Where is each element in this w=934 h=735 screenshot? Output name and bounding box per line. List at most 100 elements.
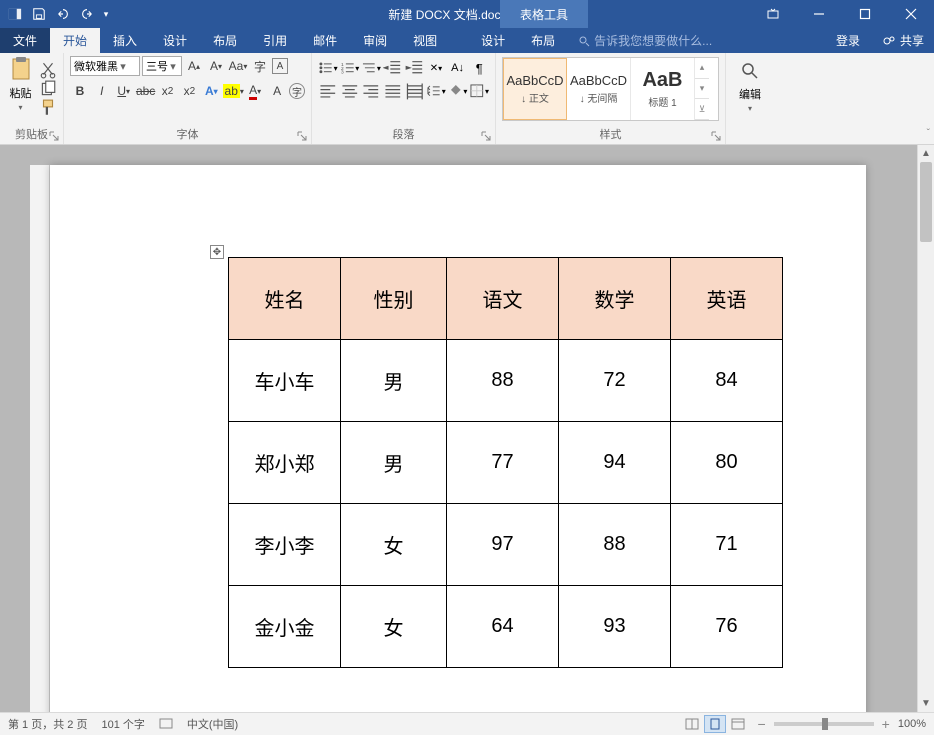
italic-button[interactable]: I xyxy=(92,81,112,101)
dialog-launcher-icon[interactable] xyxy=(711,130,721,140)
table-cell[interactable]: 郑小郑 xyxy=(229,422,341,504)
collapse-ribbon-icon[interactable]: ˇ xyxy=(927,128,930,139)
table-cell[interactable]: 94 xyxy=(559,422,671,504)
copy-icon[interactable] xyxy=(39,80,57,96)
tab-table-design[interactable]: 设计 xyxy=(468,28,518,53)
table-header-cell[interactable]: 英语 xyxy=(671,258,783,340)
status-spellcheck-icon[interactable] xyxy=(159,716,173,733)
tab-file[interactable]: 文件 xyxy=(0,28,50,53)
table-header-row[interactable]: 姓名 性别 语文 数学 英语 xyxy=(229,258,783,340)
line-spacing-icon[interactable]: ▾ xyxy=(426,82,446,100)
tab-table-layout[interactable]: 布局 xyxy=(518,28,568,53)
table-header-cell[interactable]: 数学 xyxy=(559,258,671,340)
align-justify-icon[interactable] xyxy=(383,82,403,100)
font-size-select[interactable]: 三号▾ xyxy=(142,56,182,76)
table-row[interactable]: 郑小郑 男 77 94 80 xyxy=(229,422,783,504)
tell-me-search[interactable]: 告诉我您想要做什么... xyxy=(568,28,722,53)
align-left-icon[interactable] xyxy=(318,82,338,100)
maximize-icon[interactable] xyxy=(842,0,888,28)
tab-layout[interactable]: 布局 xyxy=(200,28,250,53)
vertical-ruler[interactable] xyxy=(30,165,50,712)
decrease-indent-icon[interactable] xyxy=(383,59,403,77)
find-icon[interactable] xyxy=(740,61,760,84)
tab-insert[interactable]: 插入 xyxy=(100,28,150,53)
show-marks-icon[interactable]: ¶ xyxy=(469,59,489,77)
grow-font-icon[interactable]: A▴ xyxy=(184,56,204,76)
table-header-cell[interactable]: 语文 xyxy=(447,258,559,340)
status-language[interactable]: 中文(中国) xyxy=(187,716,238,732)
text-effects-icon[interactable]: A▾ xyxy=(201,81,221,101)
table-move-handle-icon[interactable]: ✥ xyxy=(210,245,224,259)
table-cell[interactable]: 76 xyxy=(671,586,783,668)
table-header-cell[interactable]: 姓名 xyxy=(229,258,341,340)
save-icon[interactable] xyxy=(28,3,50,25)
table-cell[interactable]: 女 xyxy=(341,586,447,668)
close-icon[interactable] xyxy=(888,0,934,28)
table-cell[interactable]: 71 xyxy=(671,504,783,586)
borders-icon[interactable]: ▾ xyxy=(469,82,489,100)
table-cell[interactable]: 88 xyxy=(559,504,671,586)
numbering-icon[interactable]: 123▾ xyxy=(340,59,360,77)
table-row[interactable]: 金小金 女 64 93 76 xyxy=(229,586,783,668)
font-name-select[interactable]: 微软雅黑▾ xyxy=(70,56,140,76)
table-row[interactable]: 车小车 男 88 72 84 xyxy=(229,340,783,422)
view-print-layout-icon[interactable] xyxy=(704,715,726,733)
table-cell[interactable]: 72 xyxy=(559,340,671,422)
zoom-out-icon[interactable]: − xyxy=(757,716,765,732)
view-read-mode-icon[interactable] xyxy=(681,715,703,733)
scroll-up-icon[interactable]: ▲ xyxy=(918,145,934,162)
tab-view[interactable]: 视图 xyxy=(400,28,450,53)
document-table[interactable]: 姓名 性别 语文 数学 英语 车小车 男 88 72 84 郑小郑 男 77 9… xyxy=(228,257,783,668)
qat-dropdown-icon[interactable]: ▾ xyxy=(100,3,112,25)
undo-icon[interactable] xyxy=(52,3,74,25)
tab-review[interactable]: 审阅 xyxy=(350,28,400,53)
tab-references[interactable]: 引用 xyxy=(250,28,300,53)
highlight-icon[interactable]: ab▾ xyxy=(223,81,243,101)
table-cell[interactable]: 车小车 xyxy=(229,340,341,422)
table-cell[interactable]: 64 xyxy=(447,586,559,668)
table-cell[interactable]: 88 xyxy=(447,340,559,422)
status-page[interactable]: 第 1 页，共 2 页 xyxy=(8,716,87,732)
gallery-expand-icon[interactable]: ⊻ xyxy=(695,99,709,120)
enclose-char-icon[interactable]: 字 xyxy=(289,83,305,99)
ribbon-options-icon[interactable] xyxy=(750,0,796,28)
cut-icon[interactable] xyxy=(39,61,57,77)
scroll-down-icon[interactable]: ▾ xyxy=(695,79,709,100)
style-no-spacing[interactable]: AaBbCcD ↓ 无间隔 xyxy=(567,58,631,120)
minimize-icon[interactable] xyxy=(796,0,842,28)
zoom-in-icon[interactable]: + xyxy=(882,716,890,732)
align-center-icon[interactable] xyxy=(340,82,360,100)
scroll-down-icon[interactable]: ▼ xyxy=(918,695,934,712)
edit-dropdown-icon[interactable]: ▾ xyxy=(748,104,752,113)
word-app-icon[interactable] xyxy=(4,3,26,25)
scroll-thumb[interactable] xyxy=(920,162,932,242)
scroll-up-icon[interactable]: ▴ xyxy=(695,58,709,79)
share-button[interactable]: 共享 xyxy=(872,28,934,53)
table-cell[interactable]: 男 xyxy=(341,340,447,422)
bullets-icon[interactable]: ▾ xyxy=(318,59,338,77)
underline-button[interactable]: U▾ xyxy=(114,81,134,101)
view-web-layout-icon[interactable] xyxy=(727,715,749,733)
redo-icon[interactable] xyxy=(76,3,98,25)
table-header-cell[interactable]: 性别 xyxy=(341,258,447,340)
increase-indent-icon[interactable] xyxy=(405,59,425,77)
tab-mailings[interactable]: 邮件 xyxy=(300,28,350,53)
zoom-slider[interactable] xyxy=(774,722,874,726)
vertical-scrollbar[interactable]: ▲ ▼ xyxy=(917,145,934,712)
zoom-level[interactable]: 100% xyxy=(898,718,926,730)
table-cell[interactable]: 84 xyxy=(671,340,783,422)
table-cell[interactable]: 男 xyxy=(341,422,447,504)
shading-icon[interactable]: ▾ xyxy=(448,82,468,100)
tab-home[interactable]: 开始 xyxy=(50,28,100,53)
strikethrough-button[interactable]: abc xyxy=(136,81,156,101)
document-page[interactable]: ✥ 姓名 性别 语文 数学 英语 车小车 男 88 72 84 郑小郑 男 77… xyxy=(50,165,866,712)
asian-layout-icon[interactable]: ✕▾ xyxy=(426,59,446,77)
distributed-icon[interactable] xyxy=(405,82,425,100)
table-cell[interactable]: 77 xyxy=(447,422,559,504)
table-cell[interactable]: 女 xyxy=(341,504,447,586)
sort-icon[interactable]: A↓ xyxy=(448,59,468,77)
tab-design[interactable]: 设计 xyxy=(150,28,200,53)
gallery-scroll[interactable]: ▴ ▾ ⊻ xyxy=(695,58,709,120)
superscript-button[interactable]: x2 xyxy=(179,81,199,101)
table-row[interactable]: 李小李 女 97 88 71 xyxy=(229,504,783,586)
